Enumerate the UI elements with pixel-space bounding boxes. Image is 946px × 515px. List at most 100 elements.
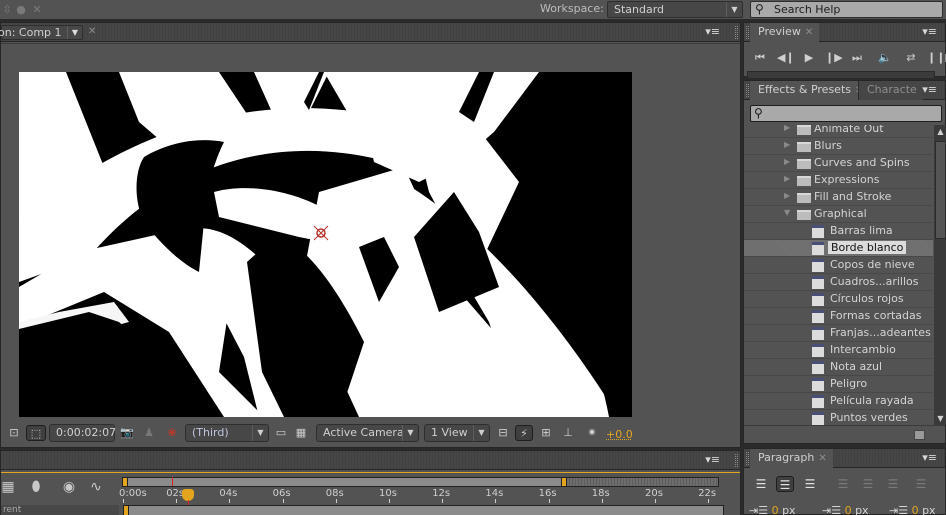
close-icon[interactable]: ✕ <box>805 27 813 38</box>
panel-menu-icon[interactable]: ▾≡ <box>705 25 720 38</box>
new-folder-icon[interactable] <box>914 430 925 440</box>
show-snapshot-icon[interactable]: ♟ <box>141 425 157 441</box>
disclosure-collapsed-icon[interactable]: ▶ <box>784 140 790 149</box>
effects-folder-item[interactable]: ▼ Graphical <box>744 206 933 223</box>
scroll-up-icon[interactable]: ▲ <box>935 127 946 136</box>
views-select[interactable]: 1 View ▼ <box>424 424 490 442</box>
toggle-pixel-aspect-icon[interactable]: ⊟ <box>495 425 511 441</box>
panel-menu-icon[interactable]: ▾≡ <box>922 451 937 464</box>
panel-grip-icon[interactable] <box>735 26 738 39</box>
audio-icon[interactable]: 🔈 <box>877 50 893 66</box>
composition-viewer[interactable] <box>19 72 632 417</box>
panel-grip-icon[interactable] <box>746 26 749 39</box>
search-help-input[interactable]: ⚲ Search Help <box>750 1 943 18</box>
tab-effects-presets[interactable]: Effects & Presets✕ <box>750 81 870 100</box>
motion-blur-icon[interactable]: ◉ <box>58 478 80 496</box>
time-ruler[interactable]: 0:00s 02s 04s 06s 08s 10s 12s 14s 16s 18s 20s 22s <box>119 488 722 503</box>
puppet-icon[interactable]: ✕ <box>30 3 44 17</box>
effects-folder-item[interactable]: ▶ Expressions <box>744 172 933 189</box>
next-frame-icon[interactable]: ❙▶ <box>825 50 843 66</box>
work-area-start-handle[interactable] <box>122 477 128 487</box>
draft-3d-icon[interactable]: ⬮ <box>25 478 47 496</box>
panel-menu-icon[interactable]: ▾≡ <box>922 25 937 38</box>
loop-icon[interactable]: ⇄ <box>903 50 919 66</box>
ram-preview-icon[interactable]: ❙❙▶ <box>927 50 946 66</box>
effects-folder-item[interactable]: ▶ Blurs <box>744 138 933 155</box>
align-left-icon[interactable]: ☰ <box>752 476 770 492</box>
composition-mini-flowchart-icon[interactable]: ▦ <box>0 478 19 496</box>
panel-menu-icon[interactable]: ▾≡ <box>922 83 937 96</box>
preview-scrollbar[interactable] <box>747 71 935 79</box>
work-area-end-handle[interactable] <box>561 477 567 487</box>
effects-preset-item[interactable]: Puntos verdes <box>744 410 933 425</box>
flowchart-icon[interactable]: ⊥ <box>560 425 576 441</box>
first-frame-icon[interactable]: ⏮ <box>752 50 768 66</box>
effects-folder-item[interactable]: ▶ Animate Out <box>744 125 933 138</box>
checkerboard-icon[interactable]: ▦ <box>293 425 309 441</box>
graph-editor-icon[interactable]: ∿ <box>85 478 107 496</box>
layer-duration-bar[interactable] <box>123 505 724 515</box>
effects-preset-item[interactable]: Cuadros...arillos <box>744 274 933 291</box>
disclosure-collapsed-icon[interactable]: ▶ <box>784 174 790 183</box>
camera-select[interactable]: Active Camera ▼ <box>316 424 419 442</box>
panel-grip-icon[interactable] <box>746 452 749 465</box>
justify-all-icon[interactable]: ☰ <box>912 476 930 492</box>
resolution-select[interactable]: (Third) ▼ <box>185 424 269 442</box>
tab-preview[interactable]: Preview ✕ <box>750 23 820 42</box>
effects-preset-item[interactable]: Película rayada <box>744 393 933 410</box>
effects-preset-item[interactable]: Intercambio <box>744 342 933 359</box>
align-center-icon[interactable]: ☰ <box>776 476 794 492</box>
justify-last-center-icon[interactable]: ☰ <box>859 476 877 492</box>
panel-grip-icon[interactable] <box>735 454 738 467</box>
fast-previews-icon[interactable]: ⚡ <box>515 425 533 441</box>
region-of-interest-icon[interactable]: ⊡ <box>5 425 23 441</box>
effects-scrollbar[interactable]: ▲ ▼ <box>934 125 946 425</box>
effects-preset-item[interactable]: Formas cortadas <box>744 308 933 325</box>
play-icon[interactable]: ▶ <box>801 50 817 66</box>
disclosure-collapsed-icon[interactable]: ▶ <box>784 125 790 132</box>
align-right-icon[interactable]: ☰ <box>801 476 819 492</box>
close-icon[interactable]: ✕ <box>818 453 826 464</box>
last-frame-icon[interactable]: ⏭ <box>849 50 865 66</box>
scrollbar-thumb[interactable] <box>935 141 946 239</box>
effects-preset-item[interactable]: Círculos rojos <box>744 291 933 308</box>
tab-paragraph[interactable]: Paragraph ✕ <box>750 449 833 468</box>
indent-left-field[interactable]: ⇥☰ 0 px <box>749 504 796 515</box>
tab-character[interactable]: Characte <box>858 81 923 100</box>
reset-exposure-icon[interactable]: ✷ <box>583 425 601 441</box>
justify-last-right-icon[interactable]: ☰ <box>884 476 902 492</box>
effects-preset-item[interactable]: Borde blanco <box>744 240 933 257</box>
transparency-grid-toggle-icon[interactable]: ⬚ <box>26 425 46 441</box>
exposure-value[interactable]: +0.0 <box>606 428 633 441</box>
panel-grip-icon[interactable] <box>746 84 749 97</box>
effects-preset-item[interactable]: Barras lima <box>744 223 933 240</box>
effects-preset-item[interactable]: Franjas...adeantes <box>744 325 933 342</box>
disclosure-expanded-icon[interactable]: ▼ <box>784 208 790 217</box>
fast-preview-icon[interactable]: ▭ <box>273 425 289 441</box>
close-icon[interactable]: ✕ <box>88 26 96 37</box>
effects-preset-item[interactable]: Copos de nieve <box>744 257 933 274</box>
disclosure-collapsed-icon[interactable]: ▶ <box>784 157 790 166</box>
disclosure-collapsed-icon[interactable]: ▶ <box>784 191 790 200</box>
indent-right-field[interactable]: ⇥☰ 0 px <box>822 504 869 515</box>
effects-folder-item[interactable]: ▶ Fill and Stroke <box>744 189 933 206</box>
work-area-bar[interactable] <box>122 477 719 487</box>
composition-dropdown[interactable]: on: Comp 1 ▼ <box>0 25 83 40</box>
snap-icon[interactable]: ⇳ <box>0 3 14 17</box>
effects-preset-item[interactable]: Nota azul <box>744 359 933 376</box>
mask-feather-icon[interactable]: ● <box>14 3 28 17</box>
color-channels-icon[interactable]: ❀ <box>163 425 181 441</box>
scroll-down-icon[interactable]: ▼ <box>935 414 946 423</box>
timecode-field[interactable]: 0:00:02:07 <box>49 424 116 442</box>
effects-preset-item[interactable]: Peligro <box>744 376 933 393</box>
layer-in-handle[interactable] <box>123 505 129 515</box>
snapshot-camera-icon[interactable]: 📷 <box>119 425 135 441</box>
previous-frame-icon[interactable]: ◀❙ <box>777 50 795 66</box>
workspace-select[interactable]: Standard ▼ <box>607 1 743 18</box>
justify-last-left-icon[interactable]: ☰ <box>834 476 852 492</box>
panel-menu-icon[interactable]: ▾≡ <box>705 453 720 466</box>
timeline-icon[interactable]: ⊞ <box>538 425 554 441</box>
effects-search-input[interactable]: ⚲ <box>750 105 942 122</box>
indent-first-line-field[interactable]: ⇥☰ 0 px <box>889 504 936 515</box>
effects-folder-item[interactable]: ▶ Curves and Spins <box>744 155 933 172</box>
